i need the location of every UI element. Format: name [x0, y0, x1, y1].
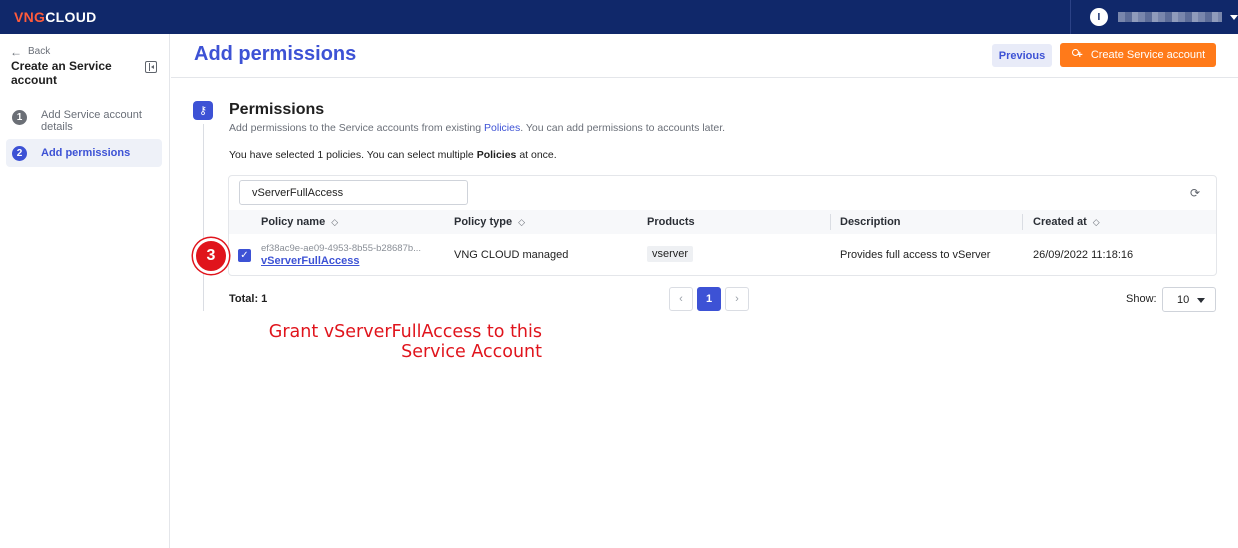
wizard-step-details[interactable]: 1 Add Service account details [6, 104, 162, 138]
back-label: Back [28, 46, 51, 57]
top-navbar: VNG CLOUD I [0, 0, 1238, 34]
previous-button[interactable]: Previous [992, 44, 1052, 67]
page-size-select[interactable]: 10 [1162, 287, 1216, 312]
sort-icon: ◇ [1092, 216, 1100, 227]
sort-icon: ◇ [331, 216, 339, 227]
policy-type: VNG CLOUD managed [454, 249, 569, 261]
section-description: Add permissions to the Service accounts … [229, 122, 726, 134]
step-number: 2 [12, 146, 27, 161]
chevron-down-icon [1197, 298, 1205, 303]
column-header-products: Products [647, 216, 695, 228]
table-row: ✓ ef38ac9e-ae09-4953-8b55-b28687b... vSe… [229, 234, 1216, 276]
page-title: Add permissions [194, 43, 357, 65]
refresh-icon[interactable]: ⟳ [1190, 187, 1202, 199]
selection-summary: You have selected 1 policies. You can se… [229, 149, 557, 161]
chevron-down-icon [1230, 14, 1238, 20]
page-size-label: Show: [1126, 293, 1157, 305]
create-button-label: Create Service account [1090, 49, 1206, 61]
header-divider [171, 77, 1238, 78]
annotation-note: Grant vServerFullAccess to this Service … [268, 322, 542, 362]
logo-prefix: VNG [14, 9, 46, 25]
policy-description: Provides full access to vServer [840, 249, 991, 261]
arrow-left-icon: ← [10, 44, 22, 59]
step-number: 1 [12, 110, 27, 125]
user-plus-icon [1071, 49, 1083, 61]
create-service-account-button[interactable]: Create Service account [1060, 43, 1216, 67]
step-label: Add permissions [41, 147, 131, 159]
row-checkbox[interactable]: ✓ [238, 249, 251, 262]
logo-suffix: CLOUD [45, 9, 97, 25]
sidebar-title: Create an Service account [11, 59, 112, 87]
user-avatar: I [1090, 8, 1108, 26]
search-input[interactable] [239, 180, 468, 205]
wizard-sidebar: ← Back Create an Service account 1 Add S… [0, 34, 170, 548]
collapse-sidebar-icon[interactable] [145, 61, 157, 73]
user-menu[interactable]: I [1070, 0, 1238, 34]
column-header-description: Description [840, 216, 901, 228]
next-page-button[interactable]: › [725, 287, 749, 311]
policy-created-at: 26/09/2022 11:18:16 [1033, 249, 1134, 261]
user-name-redacted [1117, 12, 1222, 22]
column-header-policy-type[interactable]: Policy type ◇ [454, 210, 525, 234]
vng-cloud-logo[interactable]: VNG CLOUD [14, 9, 97, 25]
policies-link[interactable]: Policies [484, 122, 520, 134]
prev-page-button[interactable]: ‹ [669, 287, 693, 311]
section-title: Permissions [229, 101, 325, 118]
policy-name-link[interactable]: vServerFullAccess [261, 255, 359, 267]
wizard-step-permissions[interactable]: 2 Add permissions [6, 139, 162, 167]
product-tag: vserver [647, 246, 694, 262]
column-divider [1022, 214, 1023, 230]
timeline-line [203, 124, 204, 311]
policy-id: ef38ac9e-ae09-4953-8b55-b28687b... [261, 243, 422, 254]
column-header-policy-name[interactable]: Policy name ◇ [261, 210, 338, 234]
column-header-created-at[interactable]: Created at ◇ [1033, 210, 1100, 234]
page-button-current[interactable]: 1 [697, 287, 721, 311]
table-header: Policy name ◇ Policy type ◇ Products Descr… [229, 210, 1216, 234]
column-divider [830, 214, 831, 230]
total-count: Total: 1 [229, 293, 268, 305]
key-icon: ⚷ [193, 101, 213, 120]
sort-icon: ◇ [518, 216, 525, 227]
step-label: Add Service account details [41, 109, 142, 133]
annotation-step-badge: 3 [193, 238, 229, 274]
back-link[interactable]: ← Back [10, 44, 51, 59]
policies-table: ⟳ Policy name◇ Policy type◇ Products Des… [228, 175, 1217, 276]
